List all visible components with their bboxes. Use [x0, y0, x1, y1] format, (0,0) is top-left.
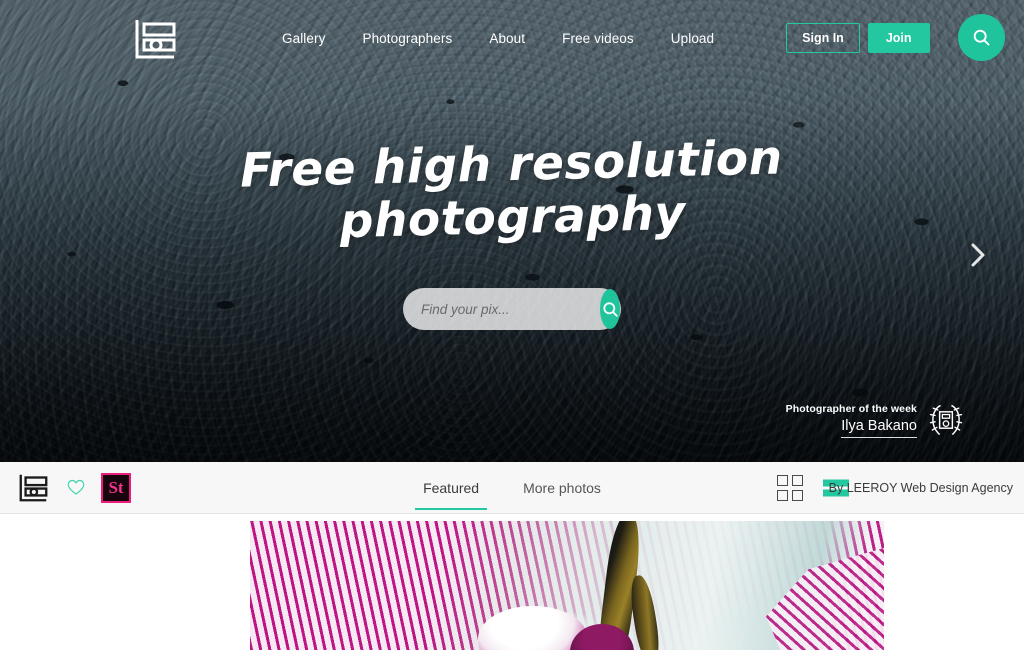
hero-search-submit-button[interactable] [600, 289, 620, 329]
nav-link-photographers[interactable]: Photographers [362, 25, 452, 52]
nav-link-about[interactable]: About [489, 25, 525, 52]
tab-featured[interactable]: Featured [415, 466, 488, 510]
hero-banner: Gallery Photographers About Free videos … [0, 0, 1024, 462]
grid-cell [776, 474, 788, 486]
photographer-of-the-week[interactable]: Photographer of the week Ilya Bakano [786, 400, 966, 440]
grid-cell [776, 489, 788, 501]
hero-search-input[interactable] [403, 301, 600, 317]
grid-cell [791, 474, 803, 486]
join-button[interactable]: Join [867, 23, 930, 53]
grid-cell [791, 489, 803, 501]
nav-link-upload[interactable]: Upload [671, 25, 714, 52]
search-icon [602, 301, 618, 317]
gallery-photo-orchid[interactable] [250, 521, 884, 650]
photographer-of-the-week-label: Photographer of the week [785, 402, 917, 415]
photographer-of-the-week-text: Photographer of the week Ilya Bakano [786, 403, 917, 438]
photographer-of-the-week-name: Ilya Bakano [841, 418, 917, 438]
chevron-right-icon [971, 243, 985, 267]
toolbar-right-group: By LEEROY Web Design Agency [776, 474, 1013, 501]
sign-in-button[interactable]: Sign In [786, 23, 860, 53]
main-navigation: Gallery Photographers About Free videos … [0, 0, 1024, 76]
laurel-wreath-award-icon [929, 404, 963, 436]
nav-link-gallery[interactable]: Gallery [282, 25, 325, 52]
hero-search-bar[interactable] [403, 288, 621, 330]
agency-credit-text: By LEEROY Web Design Agency [828, 480, 1013, 495]
sub-toolbar: St Featured More photos By LEEROY Web De… [0, 462, 1024, 514]
search-icon [973, 29, 990, 46]
camera-logo-icon[interactable] [133, 16, 178, 61]
next-slide-button[interactable] [964, 240, 992, 270]
nav-links: Gallery Photographers About Free videos … [282, 23, 930, 53]
nav-link-free-videos[interactable]: Free videos [562, 25, 634, 52]
tab-more-photos[interactable]: More photos [515, 466, 609, 510]
agency-credit[interactable]: By LEEROY Web Design Agency [822, 479, 1013, 496]
grid-view-icon[interactable] [776, 474, 803, 501]
header-search-button[interactable] [958, 14, 1005, 61]
photo-gallery [0, 514, 1024, 650]
